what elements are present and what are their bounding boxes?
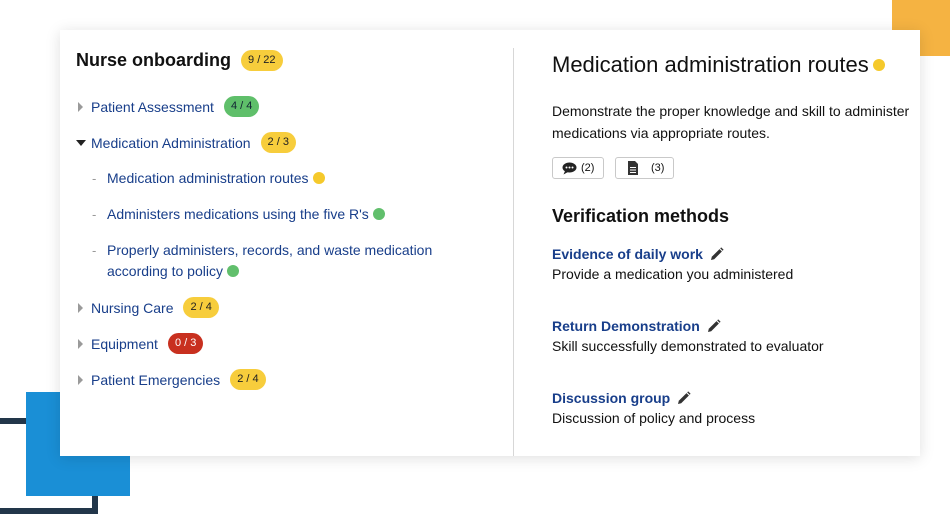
tree-subitem-label[interactable]: Administers medications using the five R… — [107, 204, 467, 225]
detail-title: Medication administration routes — [552, 52, 869, 77]
progress-badge: 4 / 4 — [223, 96, 260, 117]
tree-item-medication-administration[interactable]: Medication Administration 2 / 3 — [76, 132, 296, 153]
panel-divider — [513, 48, 514, 456]
tree-item-label[interactable]: Patient Assessment — [91, 99, 214, 115]
method-description: Skill successfully demonstrated to evalu… — [552, 338, 824, 354]
dash-marker: - — [92, 207, 97, 222]
status-dot-green — [372, 208, 385, 220]
tree-item-patient-emergencies[interactable]: Patient Emergencies 2 / 4 — [76, 369, 266, 390]
dash-marker: - — [92, 171, 97, 186]
checklist-title: Nurse onboarding — [76, 50, 232, 70]
comments-count: (2) — [581, 162, 595, 174]
dash-marker: - — [92, 243, 97, 258]
chevron-down-icon[interactable] — [76, 137, 88, 149]
pencil-icon[interactable] — [676, 390, 691, 406]
documents-button[interactable]: (3) — [615, 157, 675, 179]
tree-item-label[interactable]: Equipment — [91, 336, 158, 352]
verification-heading: Verification methods — [552, 206, 730, 226]
tree-subitem-label[interactable]: Medication administration routes — [107, 168, 467, 189]
tree-subitem-text-line2[interactable]: according to policy — [107, 263, 223, 279]
method-description: Provide a medication you administered — [552, 266, 794, 282]
onboarding-card: Nurse onboarding 9 / 22 Patient Assessme… — [60, 30, 920, 456]
comment-icon — [562, 162, 577, 174]
tree-subitem-label[interactable]: Properly administers, records, and waste… — [107, 240, 467, 282]
method-name-row: Evidence of daily work — [552, 246, 793, 262]
method-name-row: Return Demonstration — [552, 318, 824, 334]
tree-item-patient-assessment[interactable]: Patient Assessment 4 / 4 — [76, 96, 260, 117]
documents-count: (3) — [651, 162, 665, 174]
pencil-icon[interactable] — [709, 246, 724, 262]
chevron-right-icon[interactable] — [76, 338, 88, 350]
document-icon — [628, 161, 638, 175]
detail-description: Demonstrate the proper knowledge and ski… — [552, 103, 910, 141]
status-dot-green — [226, 265, 239, 277]
method-description: Discussion of policy and process — [552, 410, 756, 426]
progress-badge: 2 / 4 — [183, 297, 219, 318]
progress-badge: 2 / 3 — [260, 132, 296, 153]
progress-badge: 0 / 3 — [167, 333, 204, 354]
tree-item-nursing-care[interactable]: Nursing Care 2 / 4 — [76, 297, 219, 318]
status-dot-yellow — [872, 59, 885, 71]
tree-subitem-text-line1[interactable]: Properly administers, records, and waste… — [107, 242, 432, 258]
detail-title-row: Medication administration routes — [552, 52, 885, 78]
tree-subitem-medication-routes[interactable]: - Medication administration routes — [92, 168, 467, 189]
chevron-right-icon[interactable] — [76, 374, 88, 386]
pencil-icon[interactable] — [706, 318, 721, 334]
method-name[interactable]: Evidence of daily work — [552, 246, 703, 262]
verification-method-return-demonstration: Return Demonstration Skill successfully … — [552, 318, 824, 354]
comments-button[interactable]: (2) — [552, 157, 605, 179]
verification-method-evidence: Evidence of daily work Provide a medicat… — [552, 246, 793, 282]
chevron-right-icon[interactable] — [76, 302, 88, 314]
tree-subitem-waste-medication[interactable]: - Properly administers, records, and was… — [92, 240, 467, 282]
verification-method-discussion-group: Discussion group Discussion of policy an… — [552, 390, 755, 426]
tree-item-label[interactable]: Patient Emergencies — [91, 372, 220, 388]
checklist-header: Nurse onboarding 9 / 22 — [76, 50, 283, 71]
status-dot-yellow — [312, 172, 325, 184]
tree-subitem-text[interactable]: Administers medications using the five R… — [107, 206, 369, 222]
tree-subitem-five-rs[interactable]: - Administers medications using the five… — [92, 204, 467, 225]
method-name[interactable]: Return Demonstration — [552, 318, 700, 334]
overall-progress-badge: 9 / 22 — [241, 50, 283, 71]
progress-badge: 2 / 4 — [230, 369, 266, 390]
method-name-row: Discussion group — [552, 390, 755, 406]
chevron-right-icon[interactable] — [76, 101, 88, 113]
tree-subitem-text[interactable]: Medication administration routes — [107, 170, 309, 186]
tree-item-label[interactable]: Nursing Care — [91, 300, 173, 316]
tree-item-label[interactable]: Medication Administration — [91, 135, 251, 151]
tree-item-equipment[interactable]: Equipment 0 / 3 — [76, 333, 204, 354]
method-name[interactable]: Discussion group — [552, 390, 670, 406]
